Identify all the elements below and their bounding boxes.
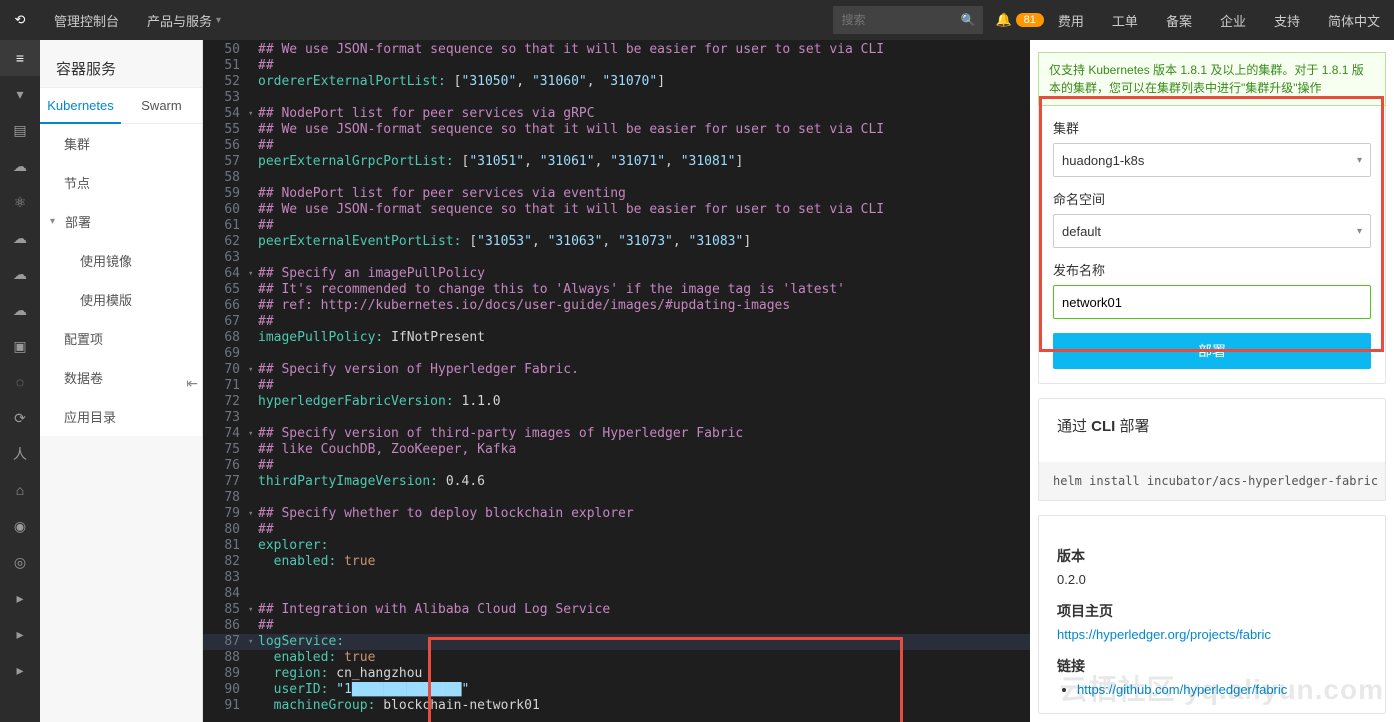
bell-icon: 🔔 [995, 12, 1011, 28]
rail-cloud-icon[interactable]: ☁ [0, 148, 40, 184]
nav-ticket[interactable]: 工单 [1098, 0, 1152, 40]
search-box[interactable]: 🔍 [833, 6, 983, 34]
rail-cloud2-icon[interactable]: ☁ [0, 220, 40, 256]
nav-cluster[interactable]: 集群 [40, 124, 202, 163]
search-icon: 🔍 [961, 13, 976, 27]
rail-expand1-icon[interactable]: ▸ [0, 580, 40, 616]
nav-products[interactable]: 产品与服务 [133, 0, 235, 40]
rail-network-icon[interactable]: ⚛ [0, 184, 40, 220]
rail-sync-icon[interactable]: ⟳ [0, 400, 40, 436]
notifications[interactable]: 🔔 81 [995, 12, 1043, 28]
rail-menu-icon[interactable]: ≡ [0, 40, 40, 76]
code-editor[interactable]: 50 ## We use JSON-format sequence so tha… [203, 40, 1030, 722]
rail-server-icon[interactable]: ▤ [0, 112, 40, 148]
nav-use-image[interactable]: 使用镜像 [40, 241, 202, 280]
rail-dropdown-icon[interactable]: ▾ [0, 76, 40, 112]
nav-deploy[interactable]: 部署 [40, 202, 202, 241]
upgrade-note: 仅支持 Kubernetes 版本 1.8.1 及以上的集群。对于 1.8.1 … [1038, 52, 1386, 106]
github-link[interactable]: https://github.com/hyperledger/fabric [1077, 682, 1287, 697]
right-panel: 仅支持 Kubernetes 版本 1.8.1 及以上的集群。对于 1.8.1 … [1030, 40, 1394, 722]
label-namespace: 命名空间 [1053, 189, 1371, 208]
tab-swarm[interactable]: Swarm [121, 88, 202, 123]
sidebar-collapse-icon[interactable]: ⇤ [186, 375, 198, 392]
nav-volume[interactable]: 数据卷 [40, 358, 202, 397]
rail-display-icon[interactable]: ⌂ [0, 472, 40, 508]
select-cluster[interactable]: huadong1-k8s [1053, 143, 1371, 177]
nav-billing[interactable]: 费用 [1044, 0, 1098, 40]
label-release: 发布名称 [1053, 260, 1371, 279]
info-card: 版本 0.2.0 项目主页 https://hyperledger.org/pr… [1038, 515, 1386, 714]
logo-icon[interactable]: ⟲ [0, 0, 40, 40]
select-namespace[interactable]: default [1053, 214, 1371, 248]
topbar: ⟲ 管理控制台 产品与服务 🔍 🔔 81 费用 工单 备案 企业 支持 简体中文 [0, 0, 1394, 40]
left-rail: ≡ ▾ ▤ ☁ ⚛ ☁ ☁ ☁ ▣ ◌ ⟳ 人 ⌂ ◉ ◎ ▸ ▸ ▸ [0, 40, 40, 722]
links-label: 链接 [1057, 656, 1367, 676]
cli-card: 通过 CLI 部署 helm install incubator/acs-hyp… [1038, 398, 1386, 501]
nav-use-template[interactable]: 使用模版 [40, 280, 202, 319]
input-release-name[interactable] [1053, 285, 1371, 319]
rail-person-icon[interactable]: 人 [0, 436, 40, 472]
main: 50 ## We use JSON-format sequence so tha… [203, 40, 1394, 722]
nav-catalog[interactable]: 应用目录 [40, 397, 202, 436]
version-value: 0.2.0 [1057, 572, 1367, 587]
notification-badge: 81 [1016, 13, 1044, 27]
tab-kubernetes[interactable]: Kubernetes [40, 88, 121, 123]
rail-globe-icon[interactable]: ◎ [0, 544, 40, 580]
version-label: 版本 [1057, 546, 1367, 566]
rail-expand3-icon[interactable]: ▸ [0, 652, 40, 688]
sidebar-tabs: Kubernetes Swarm [40, 87, 202, 124]
sidebar: 容器服务 Kubernetes Swarm 集群 节点 部署 使用镜像 使用模版… [40, 40, 203, 722]
nav-node[interactable]: 节点 [40, 163, 202, 202]
label-cluster: 集群 [1053, 118, 1371, 137]
nav-lang[interactable]: 简体中文 [1314, 0, 1394, 40]
cli-command[interactable]: helm install incubator/acs-hyperledger-f… [1039, 462, 1385, 500]
search-input[interactable] [841, 13, 954, 27]
rail-dashed-icon[interactable]: ◌ [0, 364, 40, 400]
homepage-link[interactable]: https://hyperledger.org/projects/fabric [1057, 627, 1271, 642]
rail-node-icon[interactable]: ◉ [0, 508, 40, 544]
rail-stack-icon[interactable]: ▣ [0, 328, 40, 364]
sidebar-title: 容器服务 [40, 40, 202, 87]
rail-cloud3-icon[interactable]: ☁ [0, 256, 40, 292]
nav-enterprise[interactable]: 企业 [1206, 0, 1260, 40]
nav-support[interactable]: 支持 [1260, 0, 1314, 40]
deploy-button[interactable]: 部署 [1053, 333, 1371, 369]
rail-expand2-icon[interactable]: ▸ [0, 616, 40, 652]
nav-icp[interactable]: 备案 [1152, 0, 1206, 40]
cli-title: 通过 CLI 部署 [1057, 415, 1367, 436]
deploy-form-card: 仅支持 Kubernetes 版本 1.8.1 及以上的集群。对于 1.8.1 … [1038, 52, 1386, 384]
nav-config[interactable]: 配置项 [40, 319, 202, 358]
nav-console[interactable]: 管理控制台 [40, 0, 133, 40]
sidebar-nav: 集群 节点 部署 使用镜像 使用模版 配置项 数据卷 应用目录 [40, 124, 202, 436]
rail-cloud4-icon[interactable]: ☁ [0, 292, 40, 328]
homepage-label: 项目主页 [1057, 601, 1367, 621]
